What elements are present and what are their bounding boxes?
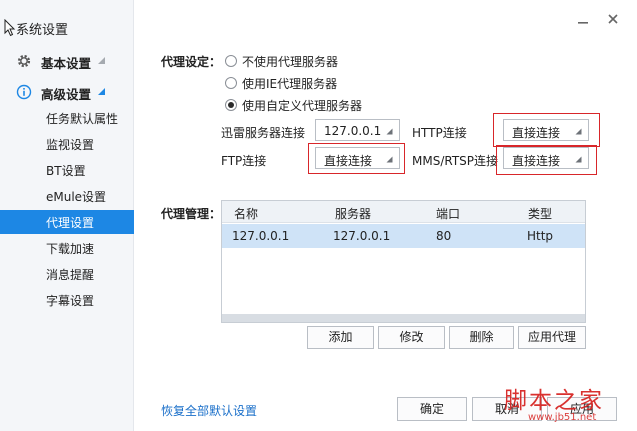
- radio-custom-proxy-label[interactable]: 使用自定义代理服务器: [242, 97, 362, 114]
- sidebar-item-bt[interactable]: BT设置: [0, 158, 134, 182]
- column-header-port[interactable]: 端口: [436, 205, 460, 222]
- cell-port: 80: [436, 229, 452, 243]
- radio-custom-proxy[interactable]: [225, 99, 237, 111]
- cell-name: 127.0.0.1: [232, 229, 290, 243]
- ftp-connection-select[interactable]: 直接连接: [315, 147, 400, 169]
- gear-icon: [17, 54, 31, 68]
- sidebar-item-label: 下载加速: [46, 242, 95, 256]
- info-icon: [16, 84, 32, 100]
- dropdown-arrow-icon: [575, 156, 582, 163]
- sidebar-item-notifications[interactable]: 消息提醒: [0, 262, 134, 286]
- proxy-table: 名称 服务器 端口 类型 127.0.0.1 127.0.0.1 80 Http: [221, 200, 586, 323]
- sidebar-item-proxy[interactable]: 代理设置: [0, 210, 134, 234]
- mms-rtsp-connection-label: MMS/RTSP连接: [412, 154, 499, 168]
- minimize-icon[interactable]: [576, 12, 590, 26]
- sidebar-group-label: 高级设置: [41, 87, 92, 102]
- sidebar-group-label: 基本设置: [41, 56, 92, 71]
- restore-defaults-link[interactable]: 恢复全部默认设置: [161, 402, 257, 419]
- radio-ie-proxy-label[interactable]: 使用IE代理服务器: [242, 75, 337, 92]
- sidebar-item-emule[interactable]: eMule设置: [0, 184, 134, 208]
- sidebar-item-label: BT设置: [46, 164, 86, 178]
- sidebar: 系统设置 基本设置 高级设置 任务默认属性 监视设置 BT设置 eMule设置 …: [0, 0, 134, 431]
- sidebar-item-label: eMule设置: [46, 190, 107, 204]
- sidebar-group-advanced[interactable]: 高级设置: [0, 79, 134, 105]
- column-header-name[interactable]: 名称: [234, 205, 258, 222]
- sidebar-group-basic[interactable]: 基本设置: [0, 48, 134, 74]
- sidebar-item-label: 代理设置: [46, 216, 95, 230]
- collapse-arrow-icon: [98, 57, 105, 64]
- sidebar-item-label: 字幕设置: [46, 294, 95, 308]
- delete-proxy-button[interactable]: 删除: [449, 326, 514, 349]
- proxy-settings-label: 代理设定：: [161, 55, 222, 69]
- http-connection-label: HTTP连接: [412, 126, 467, 140]
- apply-proxy-button[interactable]: 应用代理: [518, 326, 586, 349]
- ok-button[interactable]: 确定: [397, 397, 467, 421]
- radio-no-proxy-label[interactable]: 不使用代理服务器: [242, 53, 338, 70]
- table-row[interactable]: 127.0.0.1 127.0.0.1 80 Http: [222, 224, 585, 248]
- dropdown-arrow-icon: [386, 128, 393, 135]
- select-value: 直接连接: [512, 154, 561, 168]
- close-icon[interactable]: [606, 12, 620, 26]
- sidebar-item-label: 监视设置: [46, 138, 95, 152]
- sidebar-item-task-defaults[interactable]: 任务默认属性: [0, 106, 134, 130]
- select-value: 直接连接: [512, 126, 561, 140]
- sidebar-item-monitor[interactable]: 监视设置: [0, 132, 134, 156]
- column-header-type[interactable]: 类型: [528, 205, 552, 222]
- ftp-connection-label: FTP连接: [221, 154, 267, 168]
- select-value: 直接连接: [324, 154, 373, 168]
- sidebar-item-label: 消息提醒: [46, 268, 95, 282]
- radio-ie-proxy[interactable]: [225, 77, 237, 89]
- http-connection-select[interactable]: 直接连接: [503, 119, 589, 141]
- add-proxy-button[interactable]: 添加: [307, 326, 374, 349]
- proxy-management-label: 代理管理：: [161, 207, 222, 221]
- expand-arrow-icon: [98, 88, 105, 95]
- cell-server: 127.0.0.1: [333, 229, 391, 243]
- sidebar-item-download-boost[interactable]: 下载加速: [0, 236, 134, 260]
- xunlei-server-select[interactable]: 127.0.0.1: [315, 119, 400, 141]
- mouse-cursor-icon: [4, 19, 16, 37]
- table-header: 名称 服务器 端口 类型: [222, 201, 585, 223]
- edit-proxy-button[interactable]: 修改: [378, 326, 445, 349]
- column-header-server[interactable]: 服务器: [335, 205, 371, 222]
- watermark-url: www.jb51.net: [528, 412, 597, 423]
- radio-no-proxy[interactable]: [225, 55, 237, 67]
- window-title: 系统设置: [16, 23, 69, 38]
- watermark-logo: 脚本之家: [504, 388, 604, 414]
- select-value: 127.0.0.1: [324, 124, 382, 138]
- cell-type: Http: [527, 229, 554, 243]
- sidebar-item-label: 任务默认属性: [46, 112, 119, 126]
- horizontal-scrollbar[interactable]: [222, 314, 585, 322]
- xunlei-server-label: 迅雷服务器连接: [221, 126, 306, 140]
- mms-rtsp-connection-select[interactable]: 直接连接: [503, 147, 589, 169]
- dropdown-arrow-icon: [386, 156, 393, 163]
- sidebar-item-subtitles[interactable]: 字幕设置: [0, 288, 134, 312]
- dropdown-arrow-icon: [575, 128, 582, 135]
